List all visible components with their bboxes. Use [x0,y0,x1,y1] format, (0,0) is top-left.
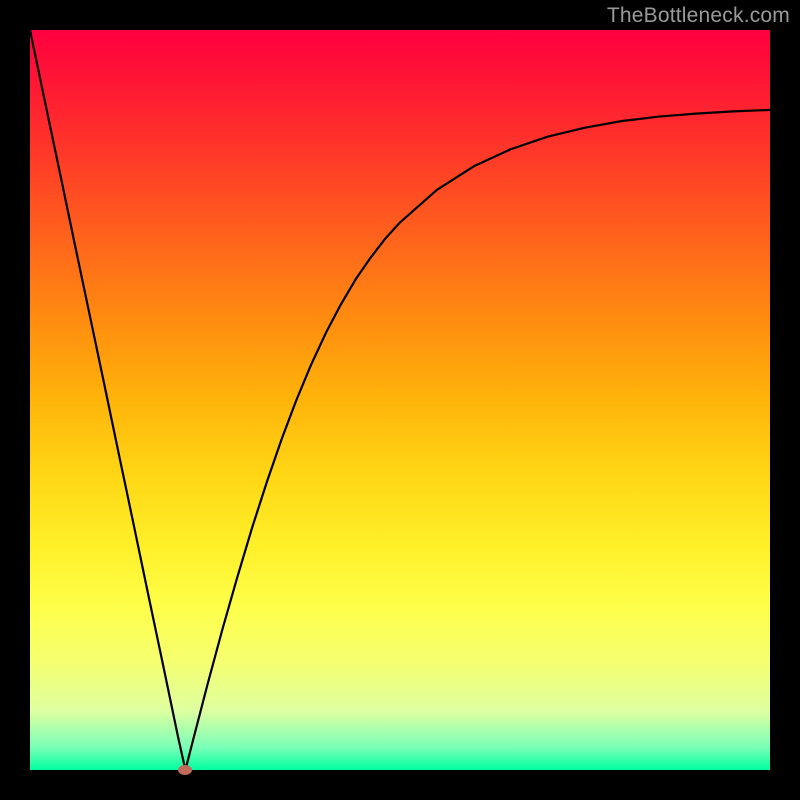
watermark-text: TheBottleneck.com [607,4,790,28]
minimum-marker [178,765,192,775]
chart-container: TheBottleneck.com [0,0,800,800]
plot-gradient-background [30,30,770,770]
